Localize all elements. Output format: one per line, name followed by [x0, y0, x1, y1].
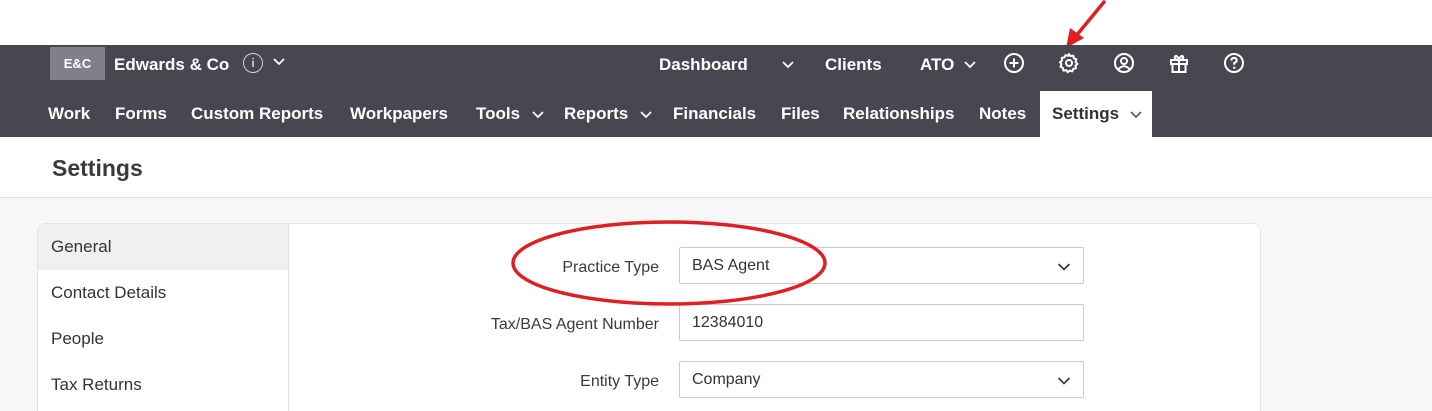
main-navigation: Work Forms Custom Reports Workpapers Too…	[0, 91, 1432, 137]
practice-name[interactable]: Edwards & Co	[114, 55, 229, 75]
annotation-arrow	[1066, 0, 1106, 48]
entity-type-label: Entity Type	[580, 373, 659, 390]
nav-files[interactable]: Files	[781, 91, 820, 137]
side-item-people[interactable]: People	[38, 316, 288, 362]
nav-settings[interactable]: Settings	[1040, 91, 1152, 137]
gift-icon[interactable]	[1168, 52, 1190, 74]
top-navigation-bar: E&C Edwards & Co i Dashboard Clients ATO	[0, 45, 1432, 137]
settings-side-menu: General Contact Details People Tax Retur…	[38, 224, 289, 411]
side-item-contact-details[interactable]: Contact Details	[38, 270, 288, 316]
chevron-down-icon	[640, 110, 652, 118]
chevron-down-icon	[1057, 263, 1071, 271]
nav-notes[interactable]: Notes	[979, 91, 1026, 137]
chevron-down-icon	[1130, 110, 1142, 118]
chevron-down-icon[interactable]	[963, 58, 977, 72]
help-icon[interactable]	[1223, 52, 1245, 74]
agent-number-input[interactable]: 12384010	[679, 304, 1084, 341]
nav-settings-label: Settings	[1052, 104, 1120, 123]
brand-badge[interactable]: E&C	[50, 47, 105, 80]
dashboard-link[interactable]: Dashboard	[659, 55, 748, 75]
nav-custom-reports[interactable]: Custom Reports	[191, 91, 323, 137]
gear-icon[interactable]	[1058, 52, 1080, 74]
ato-link[interactable]: ATO	[920, 55, 954, 75]
clients-link[interactable]: Clients	[825, 55, 882, 75]
annotation-ellipse	[511, 220, 827, 306]
side-item-tax-returns[interactable]: Tax Returns	[38, 362, 288, 408]
nav-work[interactable]: Work	[48, 91, 90, 137]
side-item-general[interactable]: General	[38, 224, 288, 270]
nav-financials[interactable]: Financials	[673, 91, 756, 137]
entity-type-value: Company	[692, 371, 761, 388]
user-icon[interactable]	[1113, 52, 1135, 74]
chevron-down-icon[interactable]	[781, 58, 795, 72]
entity-type-select[interactable]: Company	[679, 361, 1084, 398]
chevron-down-icon[interactable]	[272, 55, 286, 69]
page-title: Settings	[52, 155, 143, 181]
info-icon[interactable]: i	[243, 53, 263, 73]
add-icon[interactable]	[1003, 52, 1025, 74]
chevron-down-icon	[532, 110, 544, 118]
chevron-down-icon	[1057, 377, 1071, 385]
nav-workpapers[interactable]: Workpapers	[350, 91, 448, 137]
nav-relationships[interactable]: Relationships	[843, 91, 954, 137]
nav-forms[interactable]: Forms	[115, 91, 167, 137]
nav-reports-label: Reports	[564, 104, 629, 123]
nav-tools[interactable]: Tools	[476, 91, 545, 137]
nav-reports[interactable]: Reports	[564, 91, 653, 137]
agent-number-label: Tax/BAS Agent Number	[490, 316, 659, 333]
nav-tools-label: Tools	[476, 104, 521, 123]
